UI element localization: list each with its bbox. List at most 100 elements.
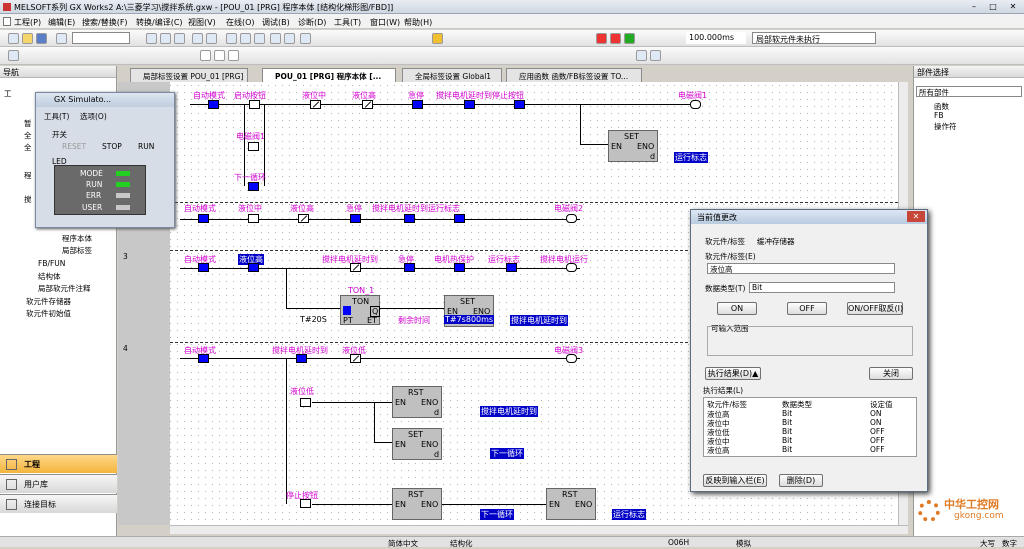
nav-project[interactable]: 工程 — [0, 454, 117, 473]
coil[interactable] — [566, 263, 577, 272]
on-button[interactable]: ON — [717, 302, 757, 315]
open-icon[interactable] — [22, 33, 33, 44]
copy-icon[interactable] — [160, 33, 171, 44]
set-block[interactable]: SET EN ENO d — [392, 428, 442, 460]
contact[interactable] — [296, 354, 307, 363]
tab-local-label[interactable]: 局部标签设置 POU_01 [PRG] — [130, 68, 248, 82]
undo-icon[interactable] — [192, 33, 203, 44]
contact[interactable] — [208, 100, 219, 109]
parts-dropdown[interactable]: 所有部件 — [916, 86, 1022, 97]
nav-connection[interactable]: 连接目标 — [0, 494, 117, 513]
pause-icon[interactable] — [624, 33, 635, 44]
contact[interactable] — [350, 214, 361, 223]
tree-item[interactable]: 全 — [24, 142, 32, 153]
sim-start-icon[interactable] — [432, 33, 443, 44]
tree-item[interactable]: 工 — [4, 88, 12, 99]
set-block[interactable]: SET EN ENO d — [608, 130, 658, 162]
contact[interactable] — [298, 214, 309, 223]
coil[interactable] — [566, 214, 577, 223]
horizontal-scrollbar[interactable] — [170, 525, 908, 534]
contact[interactable] — [300, 398, 311, 407]
mode-stop[interactable]: STOP — [102, 142, 122, 151]
device-input[interactable]: 液位高 — [707, 263, 895, 274]
reflect-button[interactable]: 反映到输入栏(E) — [703, 474, 767, 487]
delete-button[interactable]: 删除(D) — [779, 474, 823, 487]
tree-item[interactable]: 全 — [24, 130, 32, 141]
save-icon[interactable] — [36, 33, 47, 44]
paste-icon[interactable] — [174, 33, 185, 44]
contact[interactable] — [248, 142, 259, 151]
new-icon[interactable] — [8, 33, 19, 44]
minimize-button[interactable]: – — [966, 1, 982, 12]
project-select[interactable] — [72, 32, 130, 44]
menu-edit[interactable]: 编辑(E) — [48, 17, 75, 28]
dialog-tab-buffer[interactable]: 缓冲存储器 — [757, 236, 795, 247]
contact[interactable] — [464, 100, 475, 109]
contact[interactable] — [198, 354, 209, 363]
menu-find[interactable]: 搜索/替换(F) — [82, 17, 128, 28]
menu-compile[interactable]: 转换/编译(C) — [136, 17, 183, 28]
verify-icon[interactable] — [300, 33, 311, 44]
ladder-select-icon[interactable] — [8, 50, 19, 61]
zoom-in-icon[interactable] — [636, 50, 647, 61]
dialog-close-button[interactable]: ✕ — [907, 211, 925, 222]
redo-icon[interactable] — [206, 33, 217, 44]
contact[interactable] — [248, 214, 259, 223]
tree-item-program-body[interactable]: 程序本体 — [62, 233, 92, 244]
contact[interactable] — [514, 100, 525, 109]
menu-window[interactable]: 窗口(W) — [370, 17, 400, 28]
menu-tools[interactable]: 工具(T) — [334, 17, 361, 28]
contact[interactable] — [412, 100, 423, 109]
ton-block[interactable]: TON IN Q PT ET — [340, 295, 381, 325]
contact[interactable] — [249, 100, 260, 109]
monitor-icon[interactable] — [270, 33, 281, 44]
fb-icon[interactable] — [228, 50, 239, 61]
rst-block[interactable]: RST EN ENO — [546, 488, 596, 520]
history-toggle-button[interactable]: 执行结果(D)▲ — [705, 367, 761, 380]
tree-item-struct[interactable]: 结构体 — [38, 271, 61, 282]
nav-user-library[interactable]: 用户库 — [0, 474, 117, 493]
contact[interactable] — [404, 214, 415, 223]
close-button[interactable]: ✕ — [1005, 1, 1021, 12]
contact[interactable] — [350, 354, 361, 363]
dialog-tab-device[interactable]: 软元件/标签 — [705, 236, 745, 247]
rst-block[interactable]: RST EN ENO d — [392, 386, 442, 418]
tree-item[interactable]: 搅 — [24, 194, 32, 205]
sim-menu-tools[interactable]: 工具(T) — [44, 111, 69, 122]
coil[interactable] — [690, 100, 701, 109]
cut-icon[interactable] — [146, 33, 157, 44]
tree-item-device-memory[interactable]: 软元件存储器 — [26, 296, 71, 307]
contact[interactable] — [300, 499, 311, 508]
coil-icon[interactable] — [214, 50, 225, 61]
parts-tree-item[interactable]: FB — [934, 111, 943, 120]
tree-item-device-init[interactable]: 软元件初始值 — [26, 308, 71, 319]
zoom-out-icon[interactable] — [650, 50, 661, 61]
contact-icon[interactable] — [200, 50, 211, 61]
contact[interactable] — [454, 214, 465, 223]
tree-item-fb-fun[interactable]: FB/FUN — [38, 259, 65, 268]
contact[interactable] — [248, 182, 259, 191]
off-button[interactable]: OFF — [787, 302, 827, 315]
contact[interactable] — [506, 263, 517, 272]
mode-reset[interactable]: RESET — [62, 142, 86, 151]
contact[interactable] — [404, 263, 415, 272]
toggle-button[interactable]: ON/OFF取反(I) — [847, 302, 903, 315]
tree-item-comment[interactable]: 局部软元件注释 — [38, 283, 91, 294]
maximize-button[interactable]: □ — [985, 1, 1001, 12]
contact[interactable] — [310, 100, 321, 109]
compile-icon[interactable] — [226, 33, 237, 44]
dialog-close-btn[interactable]: 关闭 — [869, 367, 913, 380]
menu-project[interactable]: 工程(P) — [14, 17, 41, 28]
coil[interactable] — [566, 354, 577, 363]
tree-item-local-label[interactable]: 局部标签 — [62, 245, 92, 256]
read-plc-icon[interactable] — [254, 33, 265, 44]
help-icon[interactable] — [56, 33, 67, 44]
tab-app-function[interactable]: 应用函数 函数/FB标签设置 TO... — [506, 68, 642, 82]
contact[interactable] — [454, 263, 465, 272]
monitor-stop-icon[interactable] — [284, 33, 295, 44]
tree-item[interactable]: 程 — [24, 170, 32, 181]
contact[interactable] — [362, 100, 373, 109]
mode-run[interactable]: RUN — [138, 142, 154, 151]
contact[interactable] — [198, 263, 209, 272]
sim-menu-options[interactable]: 选项(O) — [80, 111, 107, 122]
